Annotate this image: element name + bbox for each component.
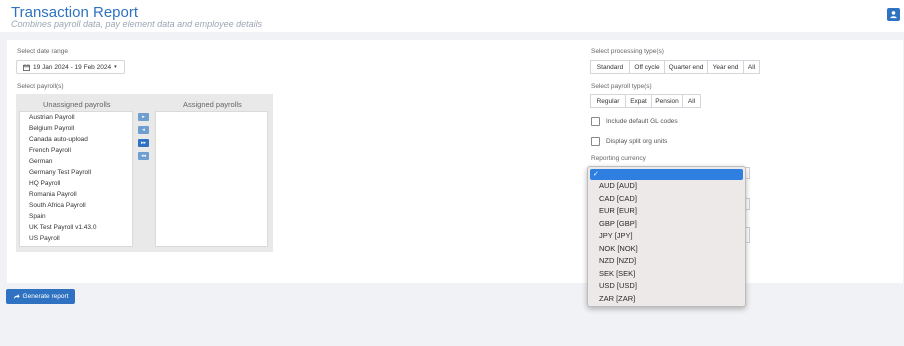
list-item[interactable]: US Payroll	[29, 235, 60, 242]
date-range-value: 19 Jan 2024 - 19 Feb 2024	[33, 63, 112, 71]
page-subtitle: Combines payroll data, pay element data …	[11, 19, 263, 29]
list-item[interactable]: Romania Payroll	[29, 191, 77, 198]
processing-type-quarter-end[interactable]: Quarter end	[664, 60, 708, 74]
payroll-type-regular[interactable]: Regular	[590, 94, 626, 108]
list-item[interactable]: Canada auto-upload	[29, 136, 88, 143]
generate-report-button[interactable]: Generate report	[6, 289, 75, 304]
currency-option[interactable]: CAD [CAD]	[599, 194, 637, 203]
chevron-down-icon: ▾	[114, 64, 117, 70]
move-one-right-button[interactable]: ▸	[138, 113, 149, 121]
processing-type-standard[interactable]: Standard	[590, 60, 630, 74]
processing-type-year-end[interactable]: Year end	[707, 60, 744, 74]
list-item[interactable]: Austrian Payroll	[29, 114, 75, 121]
currency-option[interactable]: EUR [EUR]	[599, 206, 637, 215]
list-item[interactable]: Spain	[29, 213, 46, 220]
assigned-payrolls-heading: Assigned payrolls	[183, 100, 242, 109]
list-item[interactable]: Germany Test Payroll	[29, 169, 91, 176]
payroll-type-pension[interactable]: Pension	[651, 94, 683, 108]
currency-option[interactable]: USD [USD]	[599, 281, 637, 290]
list-item[interactable]: HQ Payroll	[29, 180, 60, 187]
payroll-type-expat[interactable]: Expat	[625, 94, 652, 108]
include-gl-codes-option[interactable]: Include default GL codes	[591, 117, 678, 126]
user-icon	[890, 11, 897, 19]
payrolls-label: Select payroll(s)	[17, 83, 64, 90]
unassigned-payrolls-list[interactable]: Austrian Payroll Belgium Payroll Canada …	[19, 111, 133, 247]
currency-dropdown-menu: ✓ AUD [AUD] CAD [CAD] EUR [EUR] GBP [GBP…	[587, 166, 746, 307]
list-item[interactable]: Belgium Payroll	[29, 125, 74, 132]
payroll-type-label: Select payroll type(s)	[591, 83, 652, 90]
calendar-icon	[23, 63, 30, 71]
processing-type-label: Select processing type(s)	[591, 48, 664, 55]
list-item[interactable]: German	[29, 158, 52, 165]
payroll-type-selector: Regular Expat Pension All	[590, 94, 701, 108]
currency-option-blank-selected[interactable]: ✓	[590, 169, 743, 180]
reporting-currency-label: Reporting currency	[591, 155, 646, 162]
currency-option[interactable]: JPY [JPY]	[599, 231, 633, 240]
currency-option[interactable]: NOK [NOK]	[599, 244, 638, 253]
checkmark-icon: ✓	[593, 171, 599, 178]
page-header: Transaction Report Combines payroll data…	[0, 0, 904, 32]
share-arrow-icon	[13, 294, 20, 300]
payroll-type-all[interactable]: All	[682, 94, 701, 108]
list-item[interactable]: French Payroll	[29, 147, 71, 154]
include-gl-codes-checkbox[interactable]	[591, 117, 600, 126]
date-range-label: Select date range	[17, 48, 68, 55]
user-menu-button[interactable]	[887, 8, 900, 21]
move-all-left-button[interactable]: ◂◂	[138, 152, 149, 160]
split-org-units-option[interactable]: Display split org units	[591, 137, 667, 146]
list-item[interactable]: South Africa Payroll	[29, 202, 86, 209]
split-org-units-label: Display split org units	[606, 138, 668, 145]
include-gl-codes-label: Include default GL codes	[606, 118, 678, 125]
currency-option[interactable]: ZAR [ZAR]	[599, 294, 635, 303]
generate-report-label: Generate report	[22, 293, 69, 300]
currency-option[interactable]: SEK [SEK]	[599, 269, 635, 278]
move-one-left-button[interactable]: ◂	[138, 126, 149, 134]
move-all-right-button[interactable]: ▸▸	[138, 139, 149, 147]
processing-type-off-cycle[interactable]: Off cycle	[629, 60, 665, 74]
processing-type-all[interactable]: All	[743, 60, 760, 74]
list-item[interactable]: UK Test Payroll v1.43.0	[29, 224, 96, 231]
split-org-units-checkbox[interactable]	[591, 137, 600, 146]
unassigned-payrolls-heading: Unassigned payrolls	[43, 100, 111, 109]
assigned-payrolls-list[interactable]	[155, 111, 268, 247]
currency-option[interactable]: AUD [AUD]	[599, 181, 637, 190]
processing-type-selector: Standard Off cycle Quarter end Year end …	[590, 60, 760, 74]
currency-option[interactable]: NZD [NZD]	[599, 256, 636, 265]
date-range-picker[interactable]: 19 Jan 2024 - 19 Feb 2024 ▾	[16, 60, 125, 74]
currency-option[interactable]: GBP [GBP]	[599, 219, 637, 228]
